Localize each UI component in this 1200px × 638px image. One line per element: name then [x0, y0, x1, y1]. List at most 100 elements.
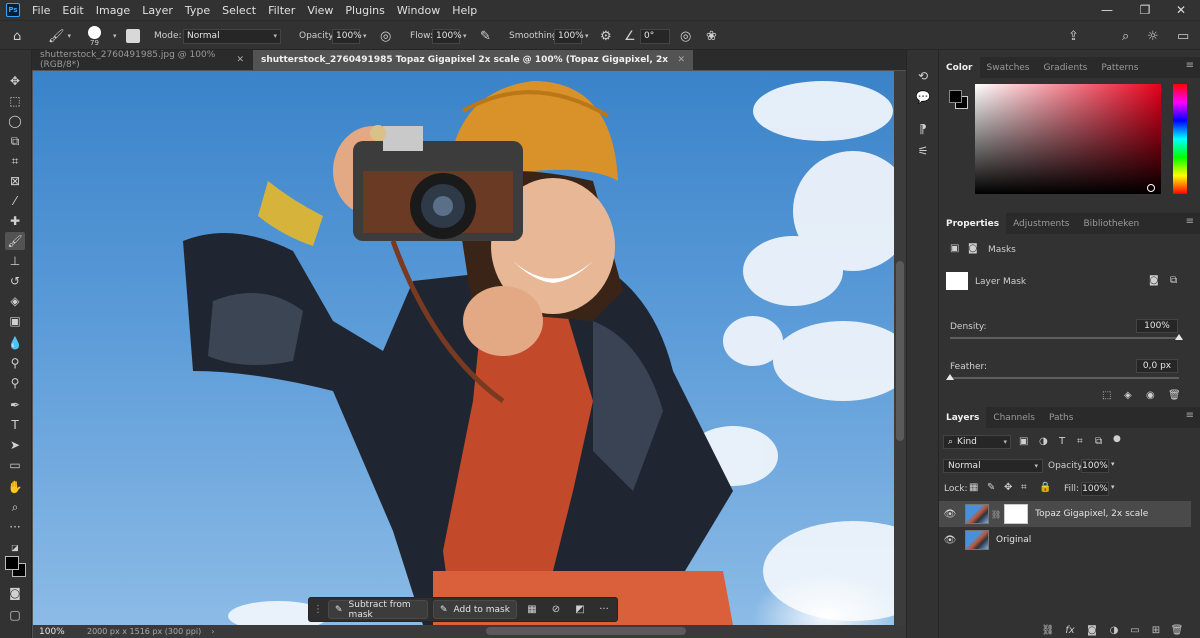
symmetry-icon[interactable]: ❀ — [706, 29, 717, 44]
layer-opacity-field[interactable]: 100% — [1081, 459, 1109, 473]
link-icon[interactable]: ⛓ — [1041, 624, 1055, 636]
tab-gradients[interactable]: Gradients — [1037, 57, 1095, 78]
menu-select[interactable]: Select — [216, 4, 262, 17]
fx-icon[interactable]: fx — [1063, 624, 1077, 636]
folder-icon[interactable]: ▭ — [1128, 624, 1142, 636]
trash-icon[interactable]: 🗑 — [1170, 624, 1184, 636]
angle-field[interactable]: 0° — [640, 28, 670, 44]
new-layer-icon[interactable]: ⊞ — [1149, 624, 1163, 636]
lock-artboard-icon[interactable]: ⌗ — [1021, 482, 1027, 493]
document-canvas[interactable] — [33, 71, 894, 625]
airbrush-icon[interactable]: ✎ — [480, 29, 491, 44]
rectangle-tool-icon[interactable]: ▭ — [5, 456, 25, 474]
filter-type-icon[interactable]: T — [1059, 436, 1065, 447]
eyedropper-tool-icon[interactable]: ⁄ — [5, 192, 25, 210]
select-mask-icon[interactable]: ◙ — [1149, 275, 1159, 286]
zoom-tool-icon[interactable]: ⌕ — [5, 498, 25, 516]
tab-swatches[interactable]: Swatches — [980, 57, 1037, 78]
adjust-icon[interactable]: ⚟ — [914, 142, 932, 160]
feather-slider-track[interactable] — [950, 377, 1179, 379]
mask-icon[interactable]: ◙ — [1085, 624, 1099, 636]
foreground-color-swatch[interactable] — [5, 556, 19, 570]
tab-adjustments[interactable]: Adjustments — [1006, 213, 1076, 234]
zoom-level[interactable]: 100% — [33, 627, 87, 637]
chevron-down-icon[interactable]: ▾ — [1111, 460, 1115, 468]
filter-pixel-icon[interactable]: ▣ — [1019, 436, 1028, 447]
tab-original-document[interactable]: shutterstock_2760491985.jpg @ 100% (RGB/… — [32, 50, 252, 70]
tab-paths[interactable]: Paths — [1042, 407, 1080, 428]
brush-settings-icon[interactable]: ⁋ — [914, 120, 932, 138]
tab-bibliotheken[interactable]: Bibliotheken — [1076, 213, 1146, 234]
chevron-down-icon[interactable]: ▾ — [1111, 483, 1115, 491]
menu-layer[interactable]: Layer — [136, 4, 179, 17]
horizontal-scrollbar[interactable] — [486, 627, 686, 635]
lock-all-icon[interactable]: 🔒 — [1039, 482, 1051, 493]
menu-file[interactable]: File — [26, 4, 56, 17]
object-selection-tool-icon[interactable]: ⧉ — [5, 132, 25, 150]
home-icon[interactable]: ⌂ — [13, 29, 21, 44]
dodge-tool-icon[interactable]: ⚲ — [5, 354, 25, 372]
subtract-from-mask-button[interactable]: ✎ Subtract from mask — [328, 600, 428, 620]
hand-tool-icon[interactable]: ✋ — [5, 478, 25, 496]
panel-menu-icon[interactable]: ≡ — [1186, 216, 1194, 227]
blur-tool-icon[interactable]: 💧 — [5, 334, 25, 352]
quick-mask-icon[interactable]: ◙ — [5, 584, 25, 602]
brush-size-preview[interactable] — [88, 25, 101, 39]
lock-transparency-icon[interactable]: ▦ — [969, 482, 978, 493]
apply-mask-icon[interactable]: ◈ — [1124, 390, 1132, 401]
pen-tool-icon[interactable]: ✒ — [5, 396, 25, 414]
blend-mode-select[interactable]: Normal ▾ — [943, 459, 1043, 473]
restore-button[interactable]: ❐ — [1126, 0, 1164, 20]
visibility-icon[interactable]: ◉ — [1146, 390, 1155, 401]
color-foreground-swatch[interactable] — [949, 90, 962, 103]
panel-menu-icon[interactable]: ≡ — [1186, 60, 1194, 71]
density-field[interactable]: 100% — [1136, 319, 1178, 333]
density-slider-track[interactable] — [950, 337, 1179, 339]
crop-tool-icon[interactable]: ⌗ — [5, 152, 25, 170]
chevron-down-icon[interactable]: ▾ — [363, 32, 367, 40]
tab-gigapixel-document[interactable]: shutterstock_2760491985 Topaz Gigapixel … — [253, 50, 693, 70]
chevron-down-icon[interactable]: ▾ — [68, 32, 72, 40]
type-tool-icon[interactable]: T — [5, 416, 25, 434]
invert-mask-icon[interactable]: ◩ — [571, 601, 589, 618]
filter-toggle-icon[interactable]: ● — [1113, 434, 1121, 444]
eraser-tool-icon[interactable]: ◈ — [5, 292, 25, 310]
panel-menu-icon[interactable]: ≡ — [1186, 410, 1194, 421]
more-tools-icon[interactable]: ··· — [5, 518, 25, 536]
layer-filter-select[interactable]: ⌕ Kind ▾ — [943, 435, 1011, 449]
tab-channels[interactable]: Channels — [986, 407, 1042, 428]
healing-brush-tool-icon[interactable]: ✚ — [5, 212, 25, 230]
fill-field[interactable]: 100% — [1081, 482, 1109, 496]
filter-shape-icon[interactable]: ⌗ — [1077, 436, 1083, 447]
smoothing-field[interactable]: 100% — [554, 28, 584, 44]
history-icon[interactable]: ⟲ — [914, 67, 932, 85]
lock-pixels-icon[interactable]: ✎ — [987, 482, 995, 493]
mode-select[interactable]: Normal ▾ — [183, 28, 281, 44]
mask-thumbnail[interactable] — [1004, 504, 1029, 524]
adjustment-icon[interactable]: ◑ — [1107, 624, 1121, 636]
history-brush-tool-icon[interactable]: ↺ — [5, 272, 25, 290]
menu-type[interactable]: Type — [179, 4, 216, 17]
drag-handle-icon[interactable]: ⋮ — [313, 604, 323, 615]
eye-icon[interactable]: 👁 — [939, 535, 961, 546]
layer-row-original[interactable]: 👁 Original — [939, 527, 1191, 553]
pixel-mask-icon[interactable]: ▣ — [950, 243, 959, 254]
sponge-tool-icon[interactable]: ⚲ — [5, 374, 25, 392]
vector-mask-icon[interactable]: ◙ — [968, 243, 978, 254]
menu-window[interactable]: Window — [391, 4, 446, 17]
link-icon[interactable]: ⛓ — [991, 510, 1001, 519]
disable-mask-icon[interactable]: ⊘ — [547, 601, 565, 618]
share-icon[interactable]: ⇪ — [1068, 29, 1079, 44]
search-icon[interactable]: ⌕ — [1122, 29, 1129, 44]
pressure-opacity-icon[interactable]: ◎ — [380, 29, 391, 44]
minimize-button[interactable]: — — [1088, 0, 1126, 20]
chevron-down-icon[interactable]: ▾ — [463, 32, 467, 40]
screen-mode-icon[interactable]: ▢ — [5, 606, 25, 624]
tab-layers[interactable]: Layers — [939, 407, 987, 428]
opacity-field[interactable]: 100% — [332, 28, 362, 44]
brush-preset-icon[interactable]: 🖌 — [48, 29, 65, 44]
density-slider-knob[interactable] — [1175, 334, 1183, 340]
add-vector-mask-icon[interactable]: ⧉ — [1170, 275, 1177, 286]
document-info[interactable]: 2000 px x 1516 px (300 ppi) — [87, 627, 201, 636]
move-tool-icon[interactable]: ✥ — [5, 72, 25, 90]
